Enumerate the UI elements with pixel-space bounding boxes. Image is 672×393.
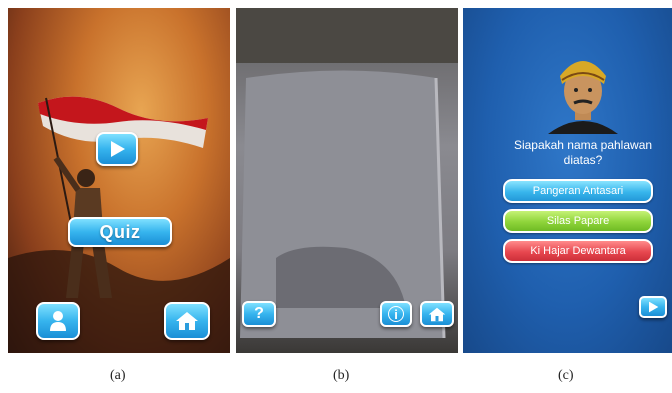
play-triangle-icon bbox=[649, 301, 659, 313]
home-button[interactable] bbox=[164, 302, 210, 340]
caption-a: (a) bbox=[110, 368, 126, 383]
answer-option-label: Pangeran Antasari bbox=[532, 185, 624, 197]
caption-c: (c) bbox=[558, 368, 574, 383]
home-icon bbox=[428, 307, 446, 321]
home-button[interactable] bbox=[420, 301, 454, 327]
caption-b: (b) bbox=[333, 368, 350, 383]
info-button-label: i bbox=[388, 306, 404, 322]
quiz-button[interactable]: Quiz bbox=[68, 217, 172, 247]
main-menu-screen: Quiz bbox=[8, 8, 230, 353]
answer-option-label: Silas Papare bbox=[546, 215, 610, 227]
question-text: Siapakah nama pahlawan diatas? bbox=[513, 138, 653, 167]
answer-option-label: Ki Hajar Dewantara bbox=[530, 245, 626, 257]
help-button-label: ? bbox=[254, 305, 264, 322]
play-button[interactable] bbox=[96, 132, 138, 166]
person-icon bbox=[50, 311, 66, 331]
answer-option-3[interactable]: Ki Hajar Dewantara bbox=[503, 239, 653, 263]
ar-camera-screen: ? i bbox=[236, 8, 458, 353]
answer-option-1[interactable]: Pangeran Antasari bbox=[503, 179, 653, 203]
help-button[interactable]: ? bbox=[242, 301, 276, 327]
play-triangle-icon bbox=[111, 141, 125, 157]
answer-option-2[interactable]: Silas Papare bbox=[503, 209, 653, 233]
quiz-screen: Siapakah nama pahlawan diatas? Pangeran … bbox=[463, 8, 672, 353]
quiz-button-label: Quiz bbox=[99, 221, 141, 242]
next-button[interactable] bbox=[639, 296, 667, 318]
profile-button[interactable] bbox=[36, 302, 80, 340]
info-button[interactable]: i bbox=[380, 301, 412, 327]
home-icon bbox=[176, 312, 198, 330]
hero-portrait-image bbox=[548, 61, 618, 134]
